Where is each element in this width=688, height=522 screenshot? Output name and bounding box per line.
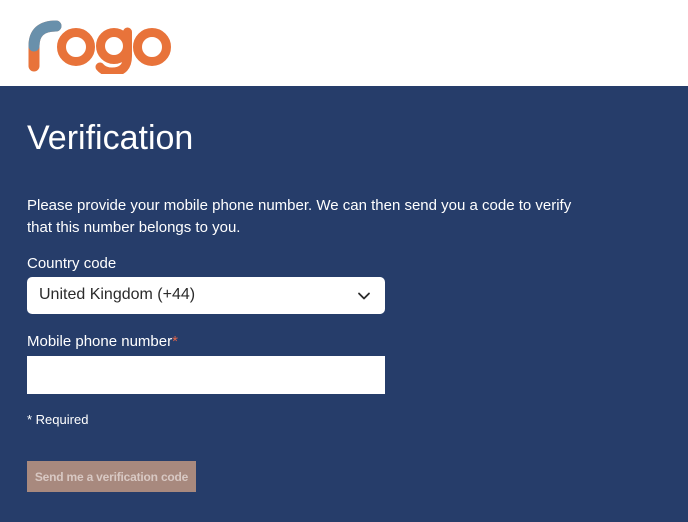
svg-text:rogo: rogo (26, 12, 28, 13)
mobile-phone-label-text: Mobile phone number (27, 333, 173, 350)
send-verification-code-button[interactable]: Send me a verification code (27, 461, 196, 492)
country-code-select[interactable]: United Kingdom (+44) (27, 277, 385, 314)
mobile-phone-label: Mobile phone number* (27, 332, 178, 352)
verification-page: rogo Verification Please provide your mo… (0, 0, 688, 522)
chevron-down-icon (358, 292, 370, 300)
header: rogo (0, 0, 688, 86)
required-note: * Required (27, 412, 89, 427)
country-code-selected-value: United Kingdom (+44) (39, 286, 196, 303)
required-asterisk: * (172, 333, 178, 350)
mobile-phone-input[interactable] (27, 356, 385, 394)
rogo-logo-icon: rogo (26, 12, 171, 74)
country-code-label: Country code (27, 255, 117, 272)
verification-description: Please provide your mobile phone number.… (27, 197, 572, 236)
page-title: Verification (27, 119, 194, 157)
main-panel: Verification Please provide your mobile … (0, 86, 688, 522)
